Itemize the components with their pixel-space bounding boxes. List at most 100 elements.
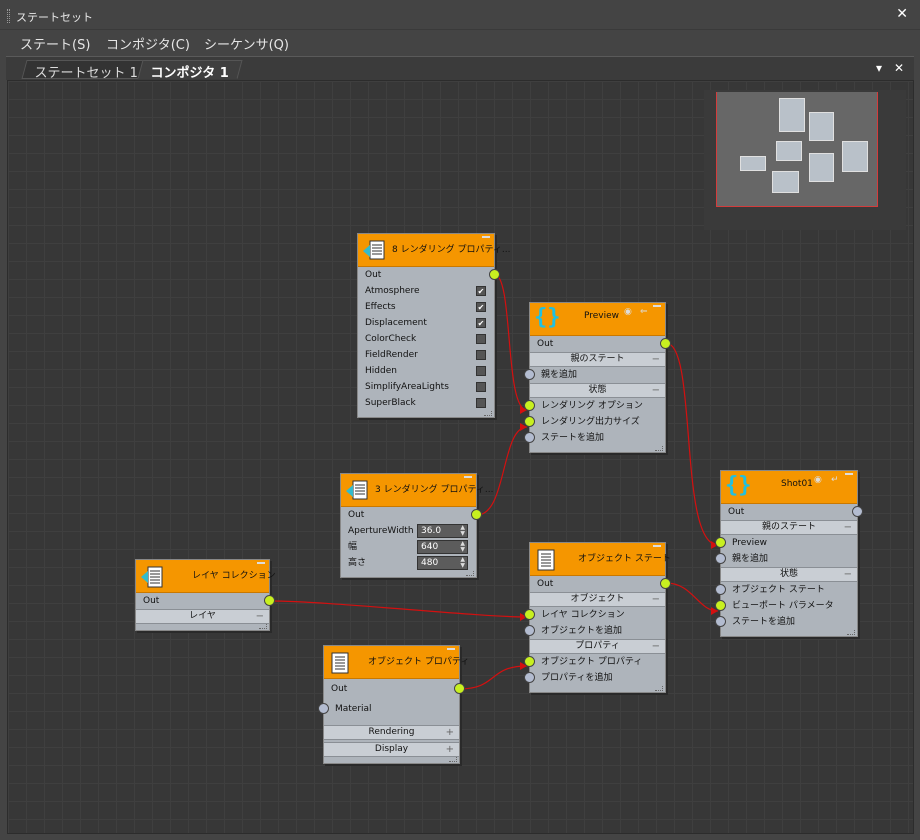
minimize-icon[interactable] <box>257 562 265 564</box>
collapse-icon[interactable]: − <box>652 593 660 606</box>
node-header[interactable]: オブジェクト プロパティ <box>324 646 469 679</box>
node-render-properties-8[interactable]: 8 レンダリング プロパティ... Out Atmosphere ✔ Effect… <box>357 233 511 418</box>
input-socket[interactable] <box>524 609 535 620</box>
menu-sequencer[interactable]: シーケンサ(Q) <box>204 34 289 53</box>
checkbox-colorcheck[interactable] <box>476 334 486 344</box>
wire-render-size[interactable] <box>476 426 528 516</box>
section-parent-states[interactable]: 親のステート − <box>530 352 665 367</box>
input-socket[interactable] <box>715 553 726 564</box>
drag-grip-icon[interactable] <box>7 9 10 23</box>
input-socket[interactable] <box>715 584 726 595</box>
wire-obj-state[interactable] <box>665 582 719 612</box>
spinner-arrows-icon[interactable]: ▲ ▼ <box>460 525 465 537</box>
minimize-icon[interactable] <box>464 476 472 478</box>
input-socket[interactable] <box>524 400 535 411</box>
output-socket[interactable] <box>454 683 465 694</box>
resize-grip-icon[interactable] <box>655 446 663 451</box>
output-socket[interactable] <box>489 269 500 280</box>
wire-obj-prop[interactable] <box>458 665 528 690</box>
input-socket[interactable] <box>524 625 535 636</box>
resize-grip-icon[interactable] <box>466 571 474 576</box>
tab-state-set[interactable]: ステートセット 1 <box>21 60 152 81</box>
minimize-icon[interactable] <box>653 305 661 307</box>
collapse-icon[interactable]: − <box>652 353 660 366</box>
checkbox-effects[interactable]: ✔ <box>476 302 486 312</box>
checkbox-displacement[interactable]: ✔ <box>476 318 486 328</box>
section-parent-states[interactable]: 親のステート − <box>721 520 857 535</box>
section-state[interactable]: 状態 − <box>721 567 857 582</box>
input-socket[interactable] <box>524 432 535 443</box>
section-display[interactable]: Display + <box>324 742 459 757</box>
checkbox-simplifyarealights[interactable] <box>476 382 486 392</box>
radio-icon[interactable]: ◉ <box>624 307 632 317</box>
input-socket[interactable] <box>524 416 535 427</box>
height-input[interactable]: 480 ▲ ▼ <box>417 556 468 570</box>
input-socket[interactable] <box>715 616 726 627</box>
resize-grip-icon[interactable] <box>449 757 457 762</box>
arrow-left-icon[interactable]: ⇐ <box>640 307 648 317</box>
menu-state[interactable]: ステート(S) <box>20 34 90 53</box>
node-header[interactable]: {} Shot01 ◉ ↵ <box>721 471 857 504</box>
spinner-arrows-icon[interactable]: ▲ ▼ <box>460 557 465 569</box>
node-canvas[interactable]: 8 レンダリング プロパティ... Out Atmosphere ✔ Effect… <box>7 80 914 834</box>
close-tab-icon[interactable]: ✕ <box>894 61 904 75</box>
section-objects[interactable]: オブジェクト − <box>530 592 665 607</box>
minimize-icon[interactable] <box>447 648 455 650</box>
collapse-icon[interactable]: − <box>652 384 660 397</box>
checkbox-hidden[interactable] <box>476 366 486 376</box>
checkbox-atmosphere[interactable]: ✔ <box>476 286 486 296</box>
spinner-arrows-icon[interactable]: ▲ ▼ <box>460 541 465 553</box>
expand-icon[interactable]: + <box>446 743 454 756</box>
node-render-properties-3[interactable]: 3 レンダリング プロパティ... Out ApertureWidth 36.0 ▲… <box>340 473 494 578</box>
section-layer[interactable]: レイヤ − <box>136 609 269 624</box>
expand-icon[interactable]: + <box>446 726 454 739</box>
close-icon[interactable]: ✕ <box>896 6 908 22</box>
wire-layer[interactable] <box>269 600 528 618</box>
output-socket[interactable] <box>660 338 671 349</box>
section-properties[interactable]: プロパティ − <box>530 639 665 654</box>
resize-grip-icon[interactable] <box>655 686 663 691</box>
chevron-down-icon[interactable]: ▾ <box>876 61 882 75</box>
collapse-icon[interactable]: − <box>652 640 660 653</box>
node-object-properties[interactable]: オブジェクト プロパティ Out Material Rendering + Dis… <box>318 645 469 764</box>
menu-compositor[interactable]: コンポジタ(C) <box>106 34 190 53</box>
collapse-icon[interactable]: − <box>256 610 264 623</box>
input-socket[interactable] <box>524 672 535 683</box>
return-icon[interactable]: ↵ <box>831 475 839 485</box>
collapse-icon[interactable]: − <box>844 568 852 581</box>
output-socket[interactable] <box>852 506 863 517</box>
tab-compositor[interactable]: コンポジタ 1 <box>137 60 243 81</box>
node-header[interactable]: 3 レンダリング プロパティ... <box>341 474 494 507</box>
node-layer-collection[interactable]: レイヤ コレクション Out レイヤ − <box>135 559 276 631</box>
minimize-icon[interactable] <box>845 473 853 475</box>
wire-render-options[interactable] <box>493 273 528 411</box>
input-socket[interactable] <box>715 600 726 611</box>
input-socket[interactable] <box>318 703 329 714</box>
radio-icon[interactable]: ◉ <box>814 475 822 485</box>
wire-preview[interactable] <box>665 342 719 546</box>
resize-grip-icon[interactable] <box>484 411 492 416</box>
minimize-icon[interactable] <box>653 545 661 547</box>
node-header[interactable]: 8 レンダリング プロパティ... <box>358 234 511 267</box>
resize-grip-icon[interactable] <box>259 624 267 629</box>
node-header[interactable]: レイヤ コレクション <box>136 560 276 593</box>
input-socket[interactable] <box>715 537 726 548</box>
node-header[interactable]: {} Preview ◉ ⇐ <box>530 303 665 336</box>
input-socket[interactable] <box>524 656 535 667</box>
checkbox-superblack[interactable] <box>476 398 486 408</box>
width-input[interactable]: 640 ▲ ▼ <box>417 540 468 554</box>
aperture-width-input[interactable]: 36.0 ▲ ▼ <box>417 524 468 538</box>
output-socket[interactable] <box>471 509 482 520</box>
section-state[interactable]: 状態 − <box>530 383 665 398</box>
input-socket[interactable] <box>524 369 535 380</box>
node-shot01[interactable]: {} Shot01 ◉ ↵ Out 親のステート − Preview 親を追加 状… <box>715 470 863 637</box>
minimize-icon[interactable] <box>482 236 490 238</box>
section-rendering[interactable]: Rendering + <box>324 725 459 740</box>
output-socket[interactable] <box>264 595 275 606</box>
node-preview[interactable]: {} Preview ◉ ⇐ Out 親のステート − 親を追加 状態 − レンダリ… <box>524 302 671 453</box>
node-object-state[interactable]: オブジェクト ステート Out オブジェクト − レイヤ コレクション オブジェク… <box>524 542 671 693</box>
collapse-icon[interactable]: − <box>844 521 852 534</box>
resize-grip-icon[interactable] <box>847 630 855 635</box>
checkbox-fieldrender[interactable] <box>476 350 486 360</box>
node-header[interactable]: オブジェクト ステート <box>530 543 671 576</box>
